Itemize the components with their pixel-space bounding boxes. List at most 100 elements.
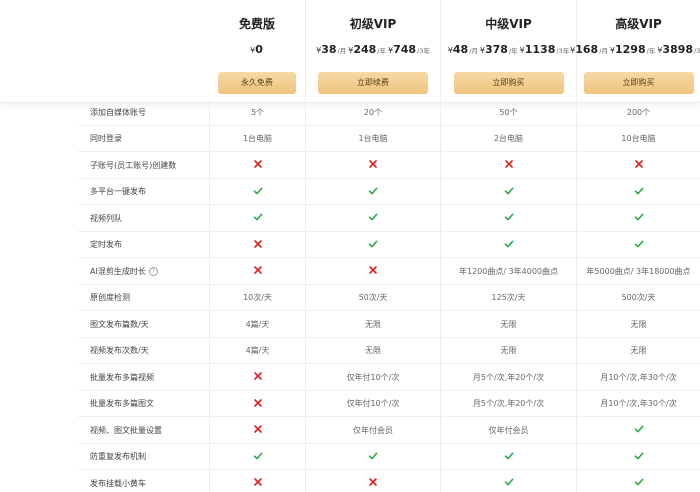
feature-label: AI混剪生成时长	[90, 266, 146, 276]
plan-value-free	[209, 205, 305, 232]
plan-value-free: 4篇/天	[209, 311, 305, 338]
plan-button-mid[interactable]: 立即购买	[453, 72, 564, 94]
help-circle-icon[interactable]: ?	[148, 266, 158, 276]
price: ¥1138/3年	[520, 43, 570, 56]
plan-name: 高级VIP	[615, 17, 662, 31]
price-period: /月	[337, 47, 347, 55]
check-icon	[504, 477, 514, 489]
plan-column-basic: 初级VIP ¥38/月 ¥248/年 ¥748/3年 立即续费	[305, 0, 440, 103]
cell-text: 20个	[363, 107, 383, 117]
plan-value-basic: 50次/天	[305, 284, 440, 311]
table-row: 发布挂载小黄车	[78, 470, 700, 492]
plan-value-basic	[305, 231, 440, 258]
cell-text: 月5个/次,年20个/次	[472, 372, 545, 382]
price-amount: 38	[321, 43, 337, 56]
plan-header: 免费版 ¥0 永久免费 初级VIP ¥38/月 ¥248/年 ¥748/3年 立即续费 中级VI…	[0, 0, 700, 103]
table-row: 视频、图文批量设置 仅年付会员 仅年付会员	[78, 417, 700, 444]
check-icon	[368, 451, 378, 463]
plan-value-pro	[576, 470, 700, 492]
cell-text: 月10个/次,年30个/次	[600, 399, 677, 409]
cell-text: 10次/天	[243, 293, 272, 303]
cell-text: 50次/天	[358, 293, 388, 303]
plan-value-mid: 仅年付会员	[440, 417, 576, 444]
cell-text: 仅年付会员	[488, 425, 529, 435]
plan-button-basic[interactable]: 立即续费	[318, 72, 428, 94]
cross-icon	[253, 371, 263, 383]
check-icon	[634, 451, 644, 463]
check-icon	[634, 239, 644, 251]
plan-button-free[interactable]: 永久免费	[218, 72, 296, 94]
feature-name: 原创度检测	[78, 285, 209, 312]
price: ¥748/3年	[388, 43, 430, 56]
table-row: 视频发布次数/天 4篇/天 无限 无限 无限	[78, 337, 700, 365]
feature-name: 批量发布多篇视频	[78, 364, 209, 391]
table-row: 同时登录 1台电脑 1台电脑 2台电脑 10台电脑	[78, 125, 700, 152]
cell-text: 4篇/天	[245, 319, 270, 329]
plan-value-pro: 无限	[576, 311, 700, 338]
table-row: 防重复发布机制	[78, 443, 700, 471]
plan-value-pro: 月10个/次,年30个/次	[576, 390, 700, 417]
price-amount: 248	[353, 43, 377, 56]
price-period: /3年	[694, 47, 700, 55]
plan-value-free	[209, 364, 305, 391]
plan-value-free: 1台电脑	[209, 125, 305, 152]
table-row: 多平台一键发布	[78, 178, 700, 205]
price-period: /3年	[556, 47, 570, 55]
price-period: /3年	[417, 47, 430, 55]
feature-label: 发布挂载小黄车	[90, 478, 146, 488]
cell-text: 月5个/次,年20个/次	[472, 399, 545, 409]
cross-icon	[253, 398, 263, 410]
table-row: 图文发布篇数/天 4篇/天 无限 无限 无限	[78, 311, 700, 338]
check-icon	[368, 186, 378, 198]
cross-icon	[368, 265, 378, 277]
table-row: 批量发布多篇视频 仅年付10个/次 月5个/次,年20个/次 月10个/次,年30个/…	[78, 364, 700, 391]
check-icon	[253, 451, 263, 463]
plan-value-mid: 50个	[440, 99, 576, 126]
plan-value-pro: 月10个/次,年30个/次	[576, 364, 700, 391]
plan-value-basic	[305, 258, 440, 285]
cell-text: 无限	[630, 319, 647, 329]
plan-value-mid	[440, 152, 576, 179]
feature-label: 防重复发布机制	[90, 452, 146, 462]
feature-label: 多平台一键发布	[90, 187, 146, 197]
cell-text: 年5000曲点/ 3年18000曲点	[586, 266, 691, 276]
plan-prices: ¥0	[249, 43, 265, 59]
cell-text: 无限	[500, 346, 517, 356]
plan-value-mid	[440, 470, 576, 492]
cross-icon	[253, 265, 263, 277]
price-amount: 48	[452, 43, 469, 56]
feature-name: 定时发布	[78, 232, 209, 259]
plan-value-free	[209, 152, 305, 179]
plan-value-pro	[576, 178, 700, 205]
table-row: 添加自媒体账号 5个 20个 50个 200个	[78, 99, 700, 126]
feature-name: 添加自媒体账号	[78, 99, 209, 126]
plan-prices: ¥48/月 ¥378/年 ¥1138/3年	[447, 43, 570, 59]
plan-value-basic: 无限	[305, 337, 440, 364]
price: ¥38/月	[316, 43, 346, 56]
price: ¥0	[250, 43, 264, 56]
feature-name: 防重复发布机制	[78, 444, 209, 471]
plan-value-free: 10次/天	[209, 284, 305, 311]
feature-name: 视频发布次数/天	[78, 338, 209, 365]
check-icon	[253, 186, 263, 198]
price-amount: 748	[393, 43, 417, 56]
plan-value-mid: 月5个/次,年20个/次	[440, 364, 576, 391]
feature-name: AI混剪生成时长?	[78, 258, 209, 285]
cross-icon	[634, 159, 644, 171]
feature-label: 添加自媒体账号	[90, 107, 146, 117]
table-row: 定时发布	[78, 231, 700, 259]
price-amount: 1298	[615, 43, 646, 56]
feature-name: 图文发布篇数/天	[78, 311, 209, 338]
price-period: /月	[599, 47, 608, 55]
plan-button-pro[interactable]: 立即购买	[583, 72, 694, 94]
feature-label: 批量发布多篇视频	[90, 372, 154, 382]
feature-table: 添加自媒体账号 5个 20个 50个 200个 同时登录 1台电脑 1台电脑 2台电脑 10台电脑…	[78, 99, 700, 492]
price-amount: 168	[575, 43, 599, 56]
check-icon	[504, 186, 514, 198]
price: ¥168/月	[570, 43, 608, 56]
check-icon	[504, 451, 514, 463]
feature-label: 图文发布篇数/天	[90, 319, 149, 329]
price: ¥3898/3年	[657, 43, 700, 56]
cell-text: 5个	[250, 107, 265, 117]
plan-value-pro	[576, 443, 700, 470]
